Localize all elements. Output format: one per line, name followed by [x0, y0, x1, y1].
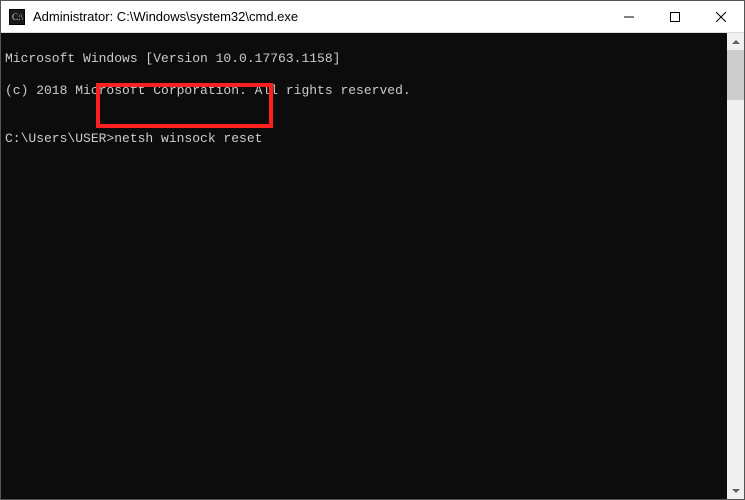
command-text: netsh winsock reset	[114, 131, 262, 146]
version-line: Microsoft Windows [Version 10.0.17763.11…	[5, 51, 723, 67]
prompt-text: C:\Users\USER>	[5, 131, 114, 146]
scroll-thumb[interactable]	[727, 50, 744, 100]
minimize-button[interactable]	[606, 1, 652, 33]
close-button[interactable]	[698, 1, 744, 33]
window-controls	[606, 1, 744, 33]
scroll-down-button[interactable]	[727, 482, 744, 499]
terminal[interactable]: Microsoft Windows [Version 10.0.17763.11…	[1, 33, 727, 499]
titlebar[interactable]: C:\ Administrator: C:\Windows\system32\c…	[1, 1, 744, 33]
window-title: Administrator: C:\Windows\system32\cmd.e…	[33, 9, 606, 24]
scroll-track[interactable]	[727, 50, 744, 482]
copyright-line: (c) 2018 Microsoft Corporation. All righ…	[5, 83, 723, 99]
svg-text:C:\: C:\	[12, 12, 24, 22]
cmd-icon: C:\	[9, 9, 25, 25]
scroll-up-button[interactable]	[727, 33, 744, 50]
prompt-line: C:\Users\USER>netsh winsock reset	[5, 131, 723, 147]
cmd-window: C:\ Administrator: C:\Windows\system32\c…	[0, 0, 745, 500]
vertical-scrollbar[interactable]	[727, 33, 744, 499]
maximize-button[interactable]	[652, 1, 698, 33]
terminal-area: Microsoft Windows [Version 10.0.17763.11…	[1, 33, 744, 499]
